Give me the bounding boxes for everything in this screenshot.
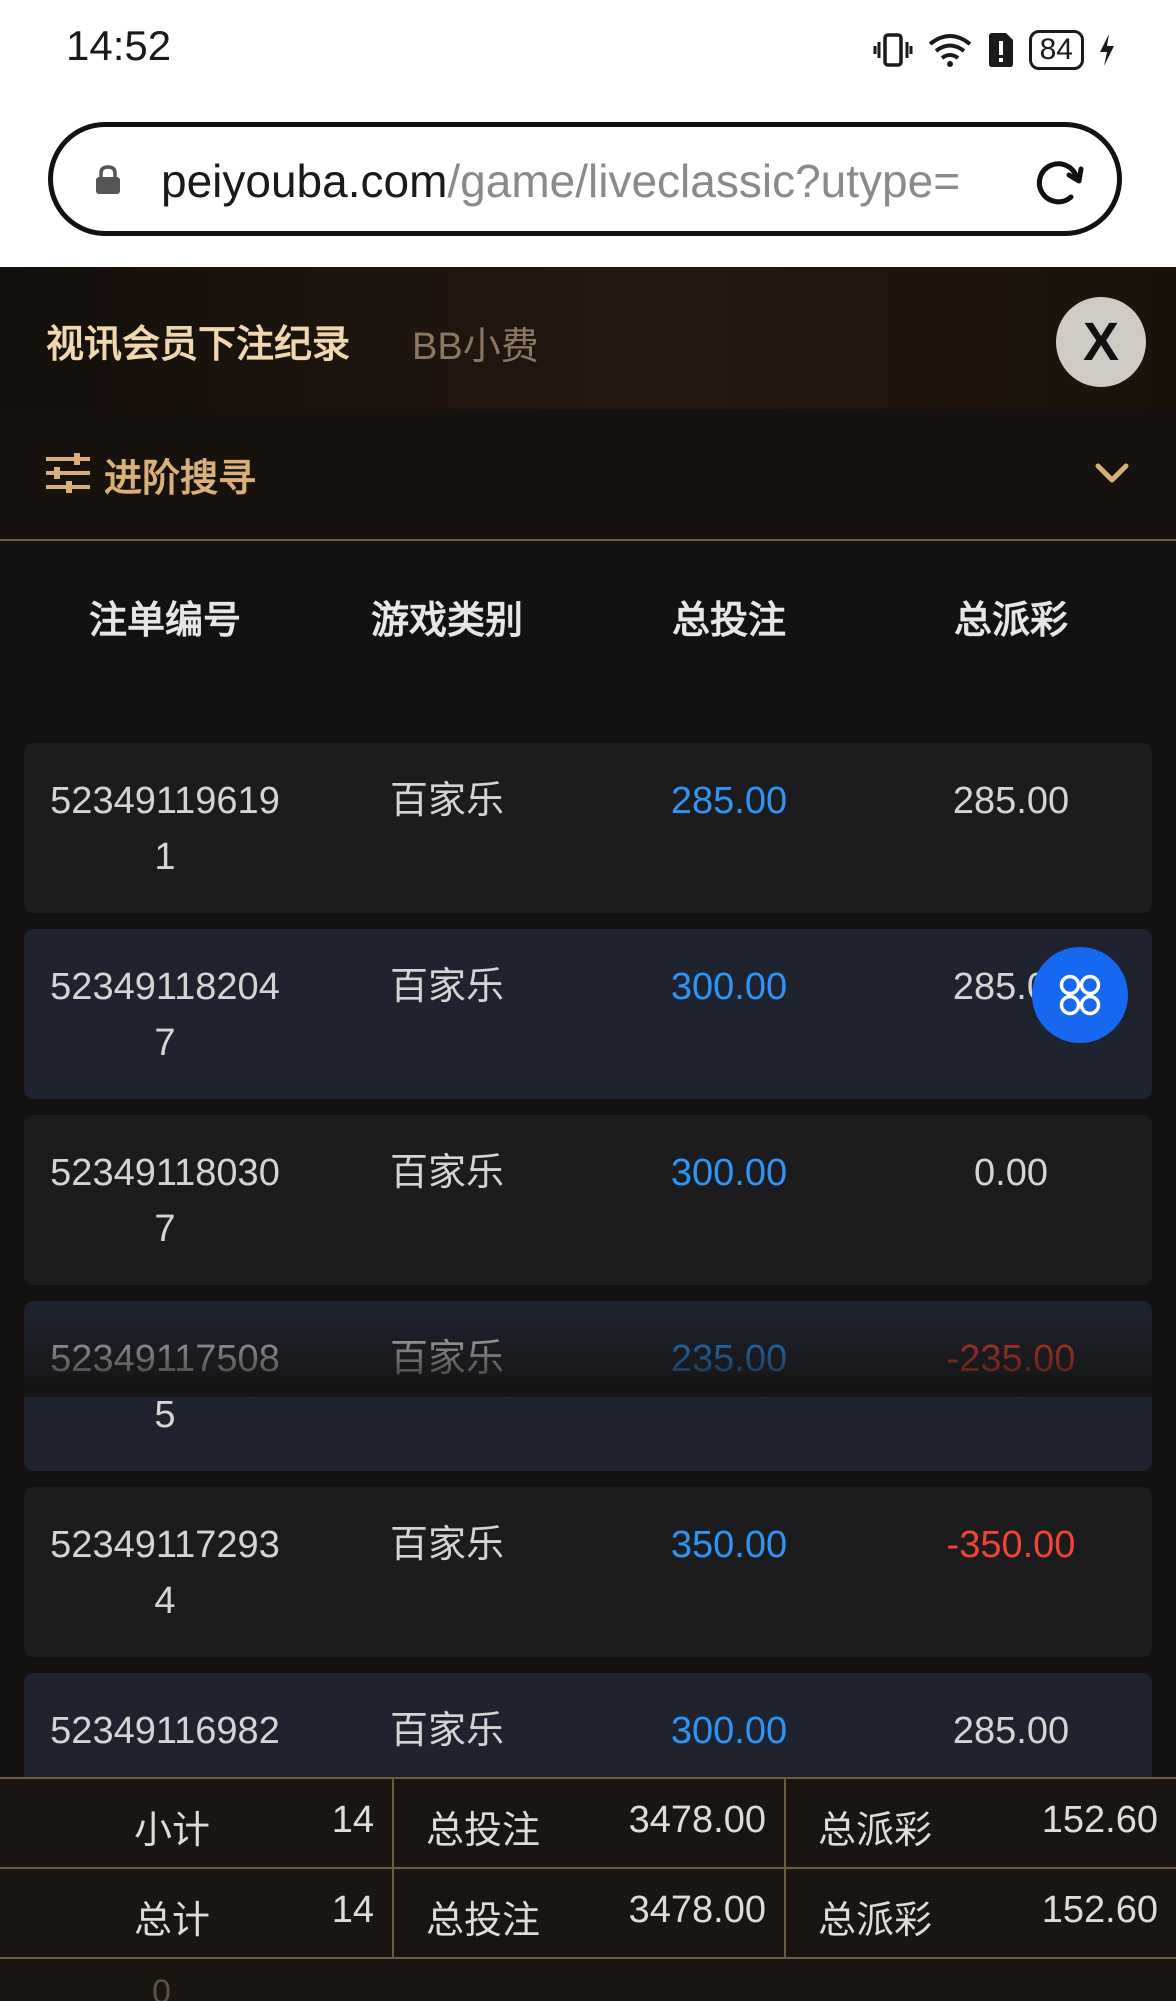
bet-id-text: 523491196191 bbox=[50, 780, 280, 878]
url-domain: peiyouba.com bbox=[161, 155, 448, 207]
total-bet-label: 总投注 bbox=[426, 1900, 541, 1942]
bet-id-text: 52349116982 bbox=[50, 1710, 280, 1752]
bet-id-text: 523491180307 bbox=[50, 1152, 280, 1250]
status-icons: 84 bbox=[873, 30, 1116, 70]
table-row[interactable]: 523491172934 百家乐 350.00 -350.00 bbox=[24, 1487, 1152, 1657]
url-text[interactable]: peiyouba.com/game/liveclassic?utype= bbox=[161, 153, 1041, 209]
url-path: /game/liveclassic?utype= bbox=[447, 155, 961, 207]
bet-id-text: 523491172934 bbox=[50, 1524, 280, 1622]
cell-game-type: 百家乐 bbox=[389, 780, 504, 822]
cell-bet-id: 523491172934 bbox=[24, 1487, 306, 1657]
apps-grid-icon bbox=[1059, 974, 1101, 1016]
subtotal-count-cell: 小计 14 bbox=[0, 1779, 392, 1867]
column-header-total-payout: 总派彩 bbox=[953, 600, 1068, 642]
cell-total-payout: -350.00 bbox=[946, 1524, 1076, 1566]
total-payout-label: 总派彩 bbox=[818, 1900, 933, 1942]
floating-menu-button[interactable] bbox=[1032, 947, 1128, 1043]
footer-trailing-text: 0 bbox=[152, 1973, 171, 2001]
total-bet-value: 3478.00 bbox=[628, 1889, 766, 1931]
cell-total-bet[interactable]: 300.00 bbox=[588, 929, 870, 1099]
total-label: 总计 bbox=[134, 1900, 211, 1942]
total-count: 14 bbox=[331, 1889, 374, 1931]
charging-icon bbox=[1100, 34, 1114, 66]
close-button[interactable]: X bbox=[1056, 297, 1146, 387]
cell-total-payout: 285.00 bbox=[952, 780, 1070, 822]
summary-footer: 小计 14 总投注 3478.00 总派彩 152.60 总计 14 总投注 3… bbox=[0, 1777, 1176, 2001]
cell-total-bet[interactable]: 285.00 bbox=[588, 743, 870, 913]
table-row[interactable]: 523491196191 百家乐 285.00 285.00 bbox=[24, 743, 1152, 913]
cell-total-bet[interactable]: 300.00 bbox=[588, 1115, 870, 1285]
status-time: 14:52 bbox=[66, 22, 172, 69]
cell-game-type: 百家乐 bbox=[389, 966, 504, 1008]
subtotal-bet-cell: 总投注 3478.00 bbox=[392, 1779, 784, 1867]
cell-game-type: 百家乐 bbox=[389, 1152, 504, 1194]
subtotal-payout-cell: 总派彩 152.60 bbox=[784, 1779, 1176, 1867]
column-header-total-bet: 总投注 bbox=[671, 600, 786, 642]
panel-header: 视讯会员下注纪录 BB小费 X bbox=[0, 267, 1176, 411]
browser-toolbar: peiyouba.com/game/liveclassic?utype= bbox=[0, 108, 1176, 267]
subtotal-label: 小计 bbox=[134, 1810, 211, 1852]
bet-id-text: 523491182047 bbox=[50, 966, 280, 1064]
cell-bet-id: 523491180307 bbox=[24, 1115, 306, 1285]
cell-game-type: 百家乐 bbox=[389, 1524, 504, 1566]
total-payout-cell: 总派彩 152.60 bbox=[784, 1869, 1176, 1957]
vibrate-icon bbox=[873, 33, 913, 67]
status-bar: 14:52 84 bbox=[0, 0, 1176, 108]
tab-bb-tips[interactable]: BB小费 bbox=[412, 315, 539, 370]
cell-total-bet[interactable]: 350.00 bbox=[588, 1487, 870, 1657]
column-header-game-type: 游戏类别 bbox=[370, 600, 523, 642]
subtotal-bet-label: 总投注 bbox=[426, 1810, 541, 1852]
tab-live-bet-record[interactable]: 视讯会员下注纪录 bbox=[46, 313, 350, 368]
total-row: 总计 14 总投注 3478.00 总派彩 152.60 bbox=[0, 1867, 1176, 1959]
subtotal-payout-label: 总派彩 bbox=[818, 1810, 933, 1852]
subtotal-bet-value: 3478.00 bbox=[628, 1799, 766, 1841]
bet-record-panel: 视讯会员下注纪录 BB小费 X 进阶搜寻 注单编号 游戏类别 总投注 总派彩 5… bbox=[0, 267, 1176, 2001]
advanced-search-toggle[interactable]: 进阶搜寻 bbox=[0, 409, 1176, 541]
total-payout-value: 152.60 bbox=[1041, 1889, 1158, 1931]
table-row[interactable]: 523491182047 百家乐 300.00 285.00 bbox=[24, 929, 1152, 1099]
subtotal-row: 小计 14 总投注 3478.00 总派彩 152.60 bbox=[0, 1777, 1176, 1867]
subtotal-count: 14 bbox=[331, 1799, 374, 1841]
total-bet-cell: 总投注 3478.00 bbox=[392, 1869, 784, 1957]
address-bar[interactable]: peiyouba.com/game/liveclassic?utype= bbox=[48, 122, 1122, 236]
battery-level: 84 bbox=[1028, 30, 1084, 70]
total-count-cell: 总计 14 bbox=[0, 1869, 392, 1957]
table-header: 注单编号 游戏类别 总投注 总派彩 bbox=[24, 589, 1152, 644]
advanced-search-label: 进阶搜寻 bbox=[104, 458, 257, 500]
filter-sliders-icon bbox=[46, 453, 90, 493]
subtotal-payout-value: 152.60 bbox=[1041, 1799, 1158, 1841]
lock-icon bbox=[96, 165, 120, 194]
cell-bet-id: 523491196191 bbox=[24, 743, 306, 913]
cell-total-payout: 0.00 bbox=[974, 1152, 1048, 1194]
chevron-down-icon bbox=[1095, 463, 1129, 483]
table-row[interactable]: 523491180307 百家乐 300.00 0.00 bbox=[24, 1115, 1152, 1285]
reload-icon[interactable] bbox=[1031, 155, 1087, 211]
list-fade-overlay bbox=[0, 1307, 1176, 1397]
cell-bet-id: 523491182047 bbox=[24, 929, 306, 1099]
sim-alert-icon bbox=[988, 33, 1013, 67]
wifi-icon bbox=[928, 34, 971, 67]
column-header-bet-id: 注单编号 bbox=[88, 600, 241, 642]
